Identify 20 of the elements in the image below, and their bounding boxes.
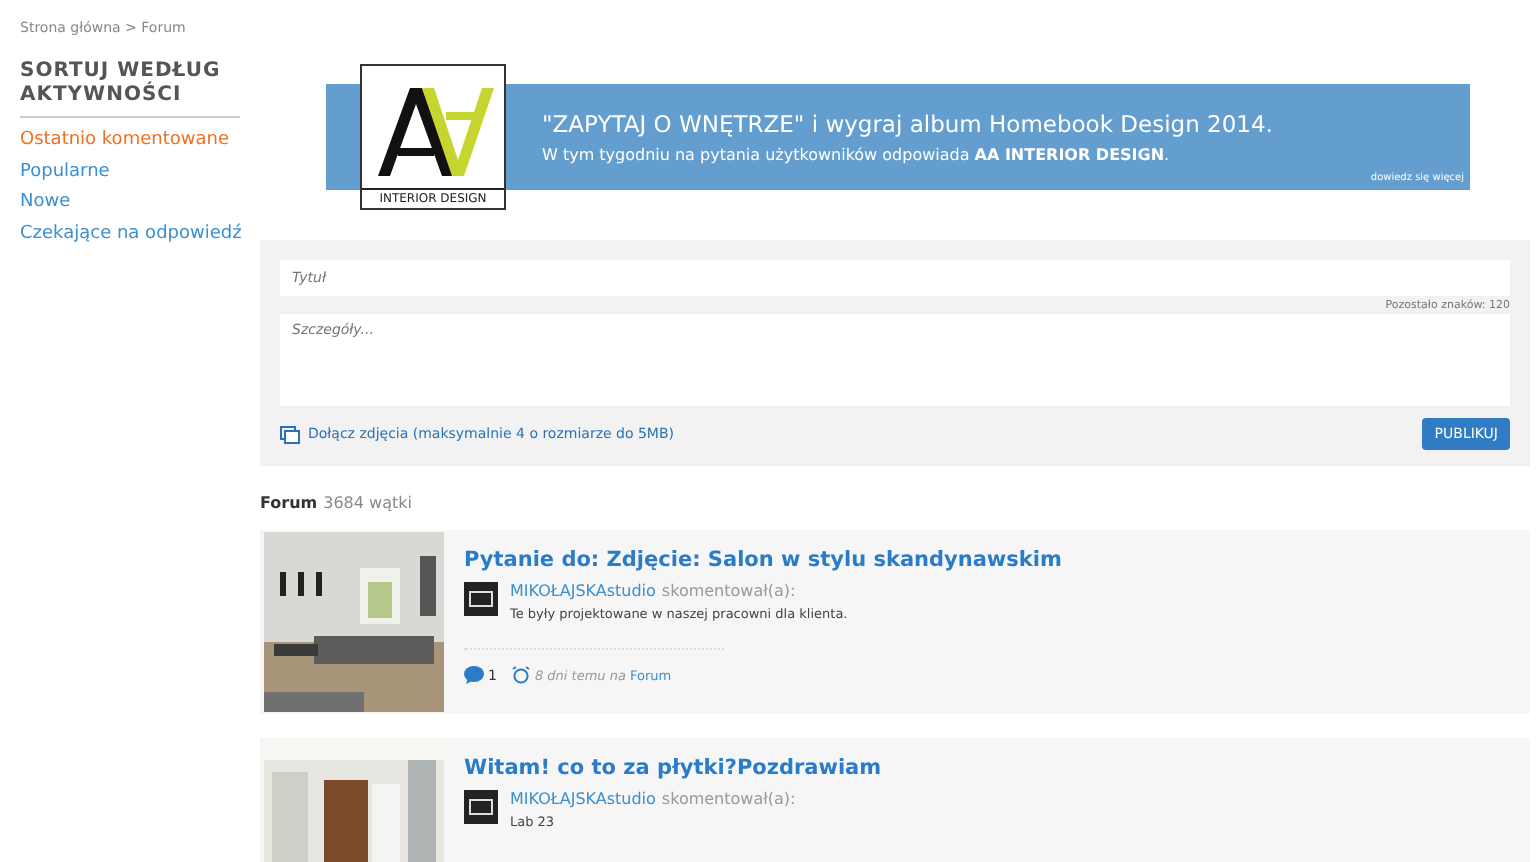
banner-subline: W tym tygodniu na pytania użytkowników odpowiada AA INTERIOR DESIGN. [542,146,1172,164]
thread-count: 3684 wątki [323,494,412,512]
avatar-icon [464,582,498,616]
post-title[interactable]: Witam! co to za płytki?Pozdrawiam [464,756,882,780]
banner-headline: "ZAPYTAJ O WNĘTRZE" i wygraj album Homebook Design 2014. [542,110,1273,138]
sort-link[interactable]: Czekające na odpowiedź [20,219,260,250]
forum-label: Forum [260,494,318,512]
sort-link[interactable]: Ostatnio komentowane [20,126,260,157]
author-link[interactable]: MIKOŁAJSKAstudio [510,790,656,808]
comment-action: skomentował(a): [661,582,796,600]
sort-link[interactable]: Nowe [20,188,260,219]
author-link[interactable]: MIKOŁAJSKAstudio [510,582,656,600]
images-icon [280,425,300,443]
sidebar-title: SORTUJ WEDŁUG AKTYWNOŚCI [20,60,240,118]
alarm-clock-icon [512,666,531,684]
sort-link[interactable]: Popularne [20,157,260,188]
comment-action: skomentował(a): [661,790,796,808]
speech-bubble-icon [464,666,484,684]
avatar-icon [464,790,498,824]
post-title[interactable]: Pytanie do: Zdjęcie: Salon w stylu skandynawskim [464,548,1062,572]
